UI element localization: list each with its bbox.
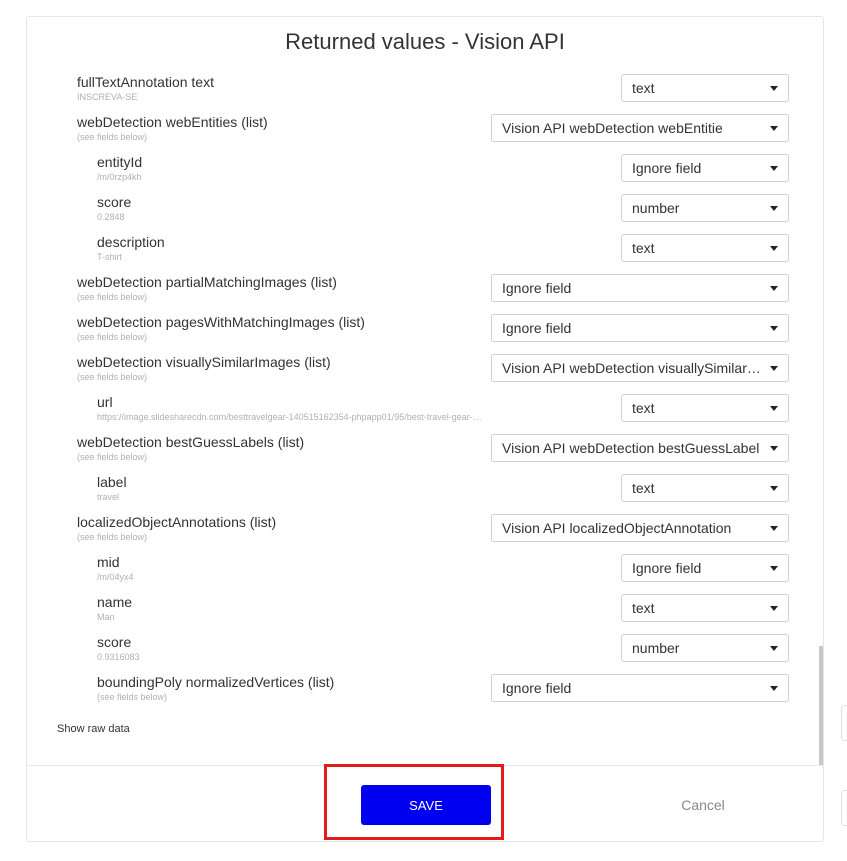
- field-label: label: [97, 474, 127, 490]
- field-type-dropdown[interactable]: text: [621, 394, 789, 422]
- field-row: fullTextAnnotation text INSCREVA-SE text: [27, 69, 823, 109]
- field-label: name: [97, 594, 133, 610]
- field-sample-value: (see fields below): [77, 332, 148, 342]
- field-row: webDetection partialMatchingImages (list…: [27, 269, 823, 309]
- field-row: description T-shirt text: [27, 229, 823, 269]
- field-row: webDetection visuallySimilarImages (list…: [27, 349, 823, 389]
- cancel-button[interactable]: Cancel: [653, 797, 753, 813]
- field-type-dropdown[interactable]: text: [621, 234, 789, 262]
- field-type-dropdown[interactable]: text: [621, 474, 789, 502]
- chevron-down-icon: [770, 286, 778, 291]
- field-type-dropdown[interactable]: Ignore field: [621, 554, 789, 582]
- side-panel-edge: [841, 790, 847, 826]
- fields-list: fullTextAnnotation text INSCREVA-SE text…: [27, 69, 823, 765]
- save-button[interactable]: SAVE: [361, 785, 491, 825]
- field-sample-value: 0.9316083: [97, 652, 140, 662]
- field-row: localizedObjectAnnotations (list) (see f…: [27, 509, 823, 549]
- field-sample-value: (see fields below): [77, 132, 148, 142]
- field-sample-value: /m/0rzp4kh: [97, 172, 142, 182]
- field-sample-value: INSCREVA-SE: [77, 92, 138, 102]
- field-sample-value: (see fields below): [77, 372, 148, 382]
- scrollbar[interactable]: [819, 646, 823, 765]
- field-sample-value: (see fields below): [77, 452, 148, 462]
- chevron-down-icon: [770, 406, 778, 411]
- field-sample-value: https://image.slidesharecdn.com/besttrav…: [97, 412, 482, 422]
- chevron-down-icon: [770, 486, 778, 491]
- field-type-dropdown[interactable]: Ignore field: [491, 674, 789, 702]
- field-type-dropdown[interactable]: number: [621, 634, 789, 662]
- chevron-down-icon: [770, 566, 778, 571]
- chevron-down-icon: [770, 166, 778, 171]
- field-label: webDetection visuallySimilarImages (list…: [77, 354, 331, 370]
- field-type-dropdown[interactable]: Ignore field: [491, 314, 789, 342]
- field-sample-value: 0.2848: [97, 212, 125, 222]
- chevron-down-icon: [770, 526, 778, 531]
- chevron-down-icon: [770, 446, 778, 451]
- field-row: url https://image.slidesharecdn.com/best…: [27, 389, 823, 429]
- field-type-dropdown[interactable]: Vision API webDetection webEntitie: [491, 114, 789, 142]
- chevron-down-icon: [770, 326, 778, 331]
- field-row: label travel text: [27, 469, 823, 509]
- field-row: webDetection webEntities (list) (see fie…: [27, 109, 823, 149]
- field-type-dropdown[interactable]: Vision API webDetection bestGuessLabel: [491, 434, 789, 462]
- field-label: mid: [97, 554, 120, 570]
- field-sample-value: (see fields below): [77, 292, 148, 302]
- chevron-down-icon: [770, 206, 778, 211]
- field-label: url: [97, 394, 113, 410]
- side-panel-edge: [841, 705, 847, 741]
- field-row: score 0.2848 number: [27, 189, 823, 229]
- field-type-dropdown[interactable]: Vision API localizedObjectAnnotation: [491, 514, 789, 542]
- field-label: entityId: [97, 154, 143, 170]
- field-sample-value: /m/04yx4: [97, 572, 134, 582]
- field-label: webDetection pagesWithMatchingImages (li…: [77, 314, 365, 330]
- field-label: webDetection bestGuessLabels (list): [77, 434, 305, 450]
- field-type-dropdown[interactable]: Ignore field: [491, 274, 789, 302]
- field-row: boundingPoly normalizedVertices (list) (…: [27, 669, 823, 709]
- field-label: webDetection partialMatchingImages (list…: [77, 274, 337, 290]
- returned-values-modal: Returned values - Vision API fullTextAnn…: [26, 16, 824, 842]
- field-label: score: [97, 634, 132, 650]
- field-type-dropdown[interactable]: text: [621, 594, 789, 622]
- field-row: webDetection bestGuessLabels (list) (see…: [27, 429, 823, 469]
- field-row: mid /m/04yx4 Ignore field: [27, 549, 823, 589]
- field-row: webDetection pagesWithMatchingImages (li…: [27, 309, 823, 349]
- chevron-down-icon: [770, 86, 778, 91]
- field-row: name Man text: [27, 589, 823, 629]
- field-sample-value: Man: [97, 612, 115, 622]
- field-label: localizedObjectAnnotations (list): [77, 514, 277, 530]
- field-type-dropdown[interactable]: Ignore field: [621, 154, 789, 182]
- field-label: score: [97, 194, 132, 210]
- field-label: boundingPoly normalizedVertices (list): [97, 674, 335, 690]
- field-label: fullTextAnnotation text: [77, 74, 214, 90]
- field-sample-value: (see fields below): [77, 532, 148, 542]
- field-label: description: [97, 234, 165, 250]
- chevron-down-icon: [770, 686, 778, 691]
- field-sample-value: travel: [97, 492, 120, 502]
- show-raw-data-link[interactable]: Show raw data: [57, 723, 130, 735]
- field-type-dropdown[interactable]: Vision API webDetection visuallySimilar…: [491, 354, 789, 382]
- chevron-down-icon: [770, 126, 778, 131]
- chevron-down-icon: [770, 246, 778, 251]
- field-type-dropdown[interactable]: number: [621, 194, 789, 222]
- field-sample-value: (see fields below): [97, 692, 168, 702]
- field-row: score 0.9316083 number: [27, 629, 823, 669]
- chevron-down-icon: [770, 606, 778, 611]
- modal-title: Returned values - Vision API: [285, 29, 565, 54]
- chevron-down-icon: [770, 366, 778, 371]
- field-sample-value: T-shirt: [97, 252, 123, 262]
- field-row: entityId /m/0rzp4kh Ignore field: [27, 149, 823, 189]
- field-type-dropdown[interactable]: text: [621, 74, 789, 102]
- field-label: webDetection webEntities (list): [77, 114, 268, 130]
- chevron-down-icon: [770, 646, 778, 651]
